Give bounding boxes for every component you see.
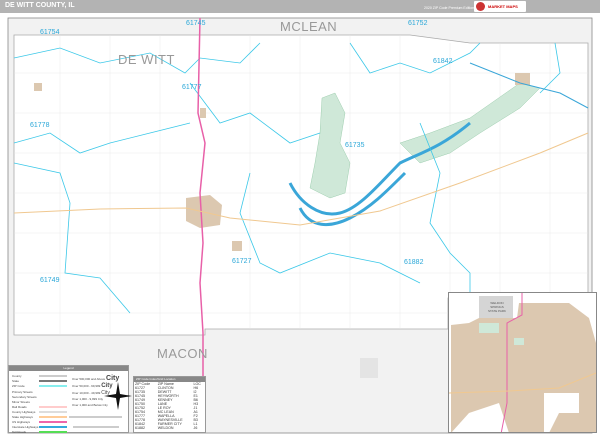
county-label-mclean: MCLEAN bbox=[280, 19, 338, 34]
zip-label: 61754 bbox=[40, 29, 60, 36]
edition-label: 2020 ZIP Code Premium Edition bbox=[424, 6, 475, 10]
legend-item: State Highways bbox=[12, 415, 33, 419]
legend-item: Secondary Streets bbox=[12, 395, 37, 399]
legend-item: ZIP Code bbox=[12, 384, 25, 388]
county-area bbox=[13, 34, 589, 336]
legend-item: Primary Streets bbox=[12, 390, 33, 394]
legend-item: County Highways bbox=[12, 410, 36, 414]
county-label-macon: MACON bbox=[157, 346, 208, 361]
clinton-inset-map[interactable]: WELDON SPRINGS STATE PARK bbox=[448, 292, 597, 433]
scale-bar bbox=[69, 416, 122, 428]
city-class: Over 1,000 - 9,999 City bbox=[72, 397, 104, 401]
market-maps-logo: MARKET MAPS bbox=[474, 1, 526, 12]
index-table: ZIP Code ZIP Name LOC 61727 CLINTON H6 61735… bbox=[134, 382, 205, 430]
logo-text: MARKET MAPS bbox=[488, 4, 518, 9]
zip-label: 61842 bbox=[433, 58, 453, 65]
legend-item: US Highways bbox=[12, 420, 31, 424]
legend-item: Toll Roads bbox=[12, 430, 27, 434]
map-title: DE WITT COUNTY, IL bbox=[5, 2, 75, 9]
zip-label: 61882 bbox=[404, 259, 424, 266]
legend-item: County bbox=[12, 374, 22, 378]
zip-label: 61778 bbox=[30, 122, 50, 129]
table-row: 61882 WELDON J6 bbox=[135, 426, 198, 430]
legend-title: Legend bbox=[9, 366, 128, 371]
zip-label: 61735 bbox=[345, 142, 365, 149]
zip-label: 61777 bbox=[182, 84, 202, 91]
legend-item: Rail Roads bbox=[12, 405, 27, 409]
city-class: Over 500,000 and Above City bbox=[72, 375, 120, 382]
legend-item: State bbox=[12, 379, 20, 383]
zip-label: 61745 bbox=[186, 20, 206, 27]
legend-item: Minor Streets bbox=[12, 400, 30, 404]
zip-label: 61749 bbox=[40, 277, 60, 284]
zip-label: 61727 bbox=[232, 258, 252, 265]
zip-label: 61752 bbox=[408, 20, 428, 27]
inset-park-label: WELDON SPRINGS STATE PARK bbox=[487, 301, 506, 313]
logo-icon bbox=[476, 2, 485, 11]
city-class: Over 1,000 and Below City bbox=[72, 403, 108, 407]
compass-rose-icon bbox=[104, 382, 132, 410]
county-label-dewitt: DE WITT bbox=[118, 52, 175, 67]
macon-feature bbox=[360, 358, 378, 378]
header-bar: DE WITT COUNTY, IL 2020 ZIP Code Premium… bbox=[0, 0, 600, 13]
zip-code-index: ZIP Code Index/Grid Location ZIP Code ZIP… bbox=[133, 376, 206, 433]
legend-item: Interstate Highways bbox=[12, 425, 39, 429]
